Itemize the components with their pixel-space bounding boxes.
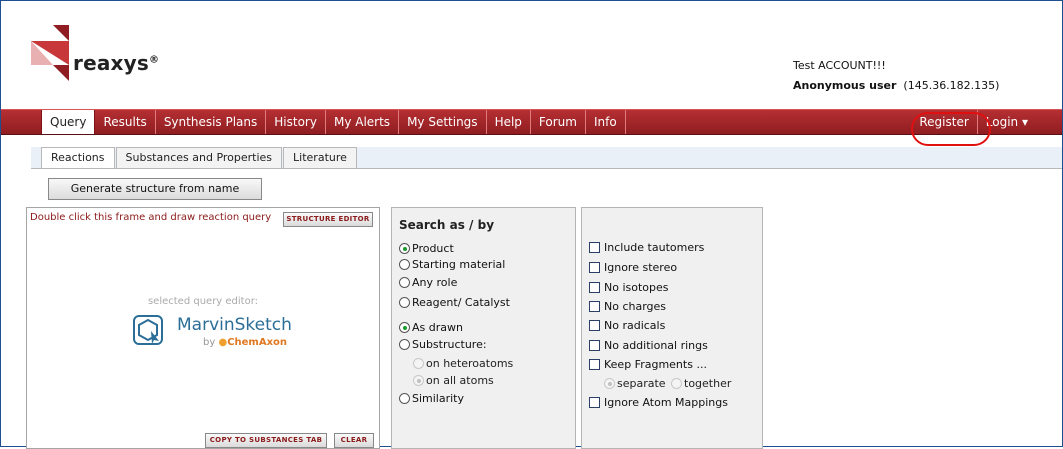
copy-to-substances-button[interactable]: COPY TO SUBSTANCES TAB [205,433,327,448]
radio-product[interactable]: Product [399,242,454,255]
account-name: Test ACCOUNT!!! [793,59,886,72]
radio-on-heteroatoms[interactable]: on heteroatoms [413,357,513,370]
user-label: Anonymous user [793,79,897,92]
radio-fragments-together[interactable]: together [671,377,731,390]
search-options-panel: Include tautomers Ignore stereo No isoto… [581,207,763,449]
check-no-radicals[interactable]: No radicals [589,319,665,332]
chemaxon-icon: ● [218,337,228,348]
check-ignore-atom-mappings[interactable]: Ignore Atom Mappings [589,396,728,409]
nav-results[interactable]: Results [95,110,156,134]
app-window: reaxys® Test ACCOUNT!!! Anonymous user (… [0,0,1063,449]
check-no-isotopes[interactable]: No isotopes [589,281,669,294]
query-content: Reactions Substances and Properties Lite… [26,147,1062,449]
radio-starting-material[interactable]: Starting material [399,258,505,271]
query-tabs: Reactions Substances and Properties Lite… [41,147,358,169]
radio-selected-icon [399,322,410,333]
radio-any-role[interactable]: Any role [399,276,457,289]
nav-my-settings[interactable]: My Settings [399,110,487,134]
radio-selected-icon [399,243,410,254]
nav-history[interactable]: History [266,110,326,134]
nav-forum[interactable]: Forum [531,110,586,134]
clear-button[interactable]: CLEAR [334,433,374,448]
tab-reactions[interactable]: Reactions [41,147,115,169]
generate-structure-button[interactable]: Generate structure from name [48,178,262,200]
nav-my-alerts[interactable]: My Alerts [326,110,400,134]
checkbox-icon [589,262,600,273]
nav-synthesis-plans[interactable]: Synthesis Plans [156,110,267,134]
radio-icon [399,339,410,350]
check-keep-fragments[interactable]: Keep Fragments ... [589,358,707,371]
radio-icon [399,393,410,404]
brand-name: reaxys® [73,51,160,75]
selected-editor-label: selected query editor: [147,296,259,307]
radio-fragments-separate[interactable]: separate [604,377,666,390]
radio-reagent-catalyst[interactable]: Reagent/ Catalyst [399,296,510,309]
check-include-tautomers[interactable]: Include tautomers [589,241,704,254]
editor-hint: Double click this frame and draw reactio… [30,212,272,223]
header: reaxys® Test ACCOUNT!!! Anonymous user (… [1,1,1062,109]
editor-name: MarvinSketch [177,315,292,335]
radio-substructure[interactable]: Substructure: [399,338,487,351]
check-no-charges[interactable]: No charges [589,300,666,313]
checkbox-icon [589,282,600,293]
radio-on-all-atoms[interactable]: on all atoms [413,374,494,387]
structure-editor-frame[interactable]: Double click this frame and draw reactio… [26,207,380,449]
radio-disabled-selected-icon [604,378,615,389]
radio-icon [399,277,410,288]
checkbox-icon [589,340,600,351]
nav-info[interactable]: Info [586,110,626,134]
tab-literature[interactable]: Literature [283,147,357,168]
marvinsketch-icon [133,315,163,345]
reactions-tab-body: Generate structure from name Double clic… [26,168,1062,449]
checkbox-icon [589,397,600,408]
check-ignore-stereo[interactable]: Ignore stereo [589,261,677,274]
user-ip: (145.36.182.135) [903,79,1000,92]
tab-substances-and-properties[interactable]: Substances and Properties [115,147,283,168]
user-info: Test ACCOUNT!!! Anonymous user (145.36.1… [793,59,999,92]
check-no-additional-rings[interactable]: No additional rings [589,339,708,352]
structure-editor-button[interactable]: STRUCTURE EDITOR [283,212,373,227]
search-as-title: Search as / by [399,218,495,232]
checkbox-icon [589,320,600,331]
checkbox-icon [589,301,600,312]
nav-query[interactable]: Query [41,110,96,134]
radio-icon [399,297,410,308]
checkbox-icon [589,359,600,370]
radio-disabled-icon [671,378,682,389]
radio-disabled-selected-icon [413,375,424,386]
radio-disabled-icon [413,358,424,369]
radio-similarity[interactable]: Similarity [399,392,464,405]
radio-icon [399,259,410,270]
nav-help[interactable]: Help [487,110,531,134]
radio-as-drawn[interactable]: As drawn [399,321,463,334]
checkbox-icon [589,242,600,253]
search-as-panel: Search as / by Product Starting material… [391,207,576,449]
register-highlight [911,112,991,146]
editor-vendor: by ●ChemAxon [203,337,288,348]
main-nav: Query Results Synthesis Plans History My… [1,109,1062,135]
